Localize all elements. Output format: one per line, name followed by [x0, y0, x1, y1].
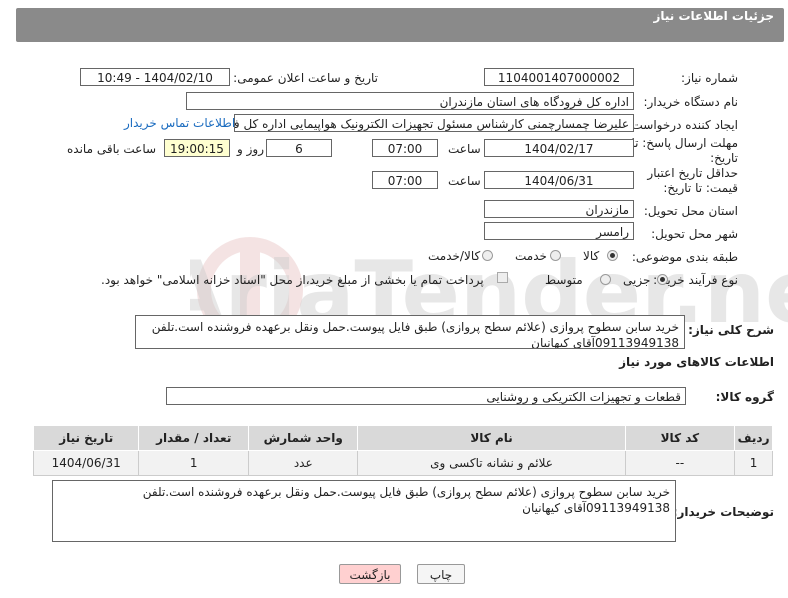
city-label: شهر محل تحویل: [651, 227, 738, 241]
col-name: نام کالا [357, 425, 626, 451]
process-radio-minor[interactable] [657, 274, 668, 285]
reply-deadline-label: مهلت ارسال پاسخ: تا تاریخ: [631, 136, 738, 165]
process-option-medium: متوسط [545, 273, 583, 287]
cell-unit: عدد [247, 450, 359, 476]
treasury-payment-checkbox[interactable] [497, 272, 508, 283]
panel-title: جزئیات اطلاعات نیاز [653, 9, 774, 23]
reply-date-field[interactable]: 1404/02/17 [484, 139, 634, 157]
cell-code: -- [624, 450, 736, 476]
buyer-org-field[interactable]: اداره کل فرودگاه های استان مازندران [186, 92, 634, 110]
category-option-goods: کالا [583, 249, 600, 263]
goods-group-label: گروه کالا: [715, 390, 774, 404]
category-option-both: کالا/خدمت [428, 249, 481, 263]
col-need-date: تاریخ نیاز [32, 425, 140, 451]
payment-note: پرداخت تمام یا بخشی از مبلغ خرید،از محل … [101, 273, 484, 287]
goods-group-field[interactable]: قطعات و تجهیزات الکتریکی و روشنایی [166, 387, 686, 405]
goods-section-title: اطلاعات کالاهای مورد نیاز [619, 355, 774, 369]
buyer-notes-label: توضیحات خریدار: [672, 505, 774, 519]
table-row[interactable]: 1 -- علائم و نشانه تاکسی وی عدد 1 1404/0… [32, 450, 773, 476]
price-time-label: ساعت [448, 174, 481, 188]
buyer-notes-textarea[interactable]: خرید سابن سطوح پروازی (علائم سطح پروازی)… [52, 480, 676, 542]
category-label: طبقه بندی موضوعی: [631, 250, 738, 264]
announce-field[interactable]: 1404/02/10 - 10:49 [80, 68, 230, 86]
reply-time-field[interactable]: 07:00 [372, 139, 438, 157]
category-option-service: خدمت [515, 249, 547, 263]
col-unit: واحد شمارش [247, 425, 359, 451]
description-label: شرح کلی نیاز: [688, 323, 774, 337]
days-label: روز و [237, 142, 264, 156]
cell-need-date: 1404/06/31 [32, 450, 140, 476]
cell-row: 1 [734, 450, 773, 476]
col-code: کد کالا [624, 425, 736, 451]
province-label: استان محل تحویل: [643, 204, 738, 218]
category-radio-goods[interactable] [607, 250, 618, 261]
reply-time-label: ساعت [448, 142, 481, 156]
need-number-field[interactable]: 1104001407000002 [484, 68, 634, 86]
col-quantity: تعداد / مقدار [138, 425, 249, 451]
buyer-org-label: نام دستگاه خریدار: [643, 95, 739, 109]
contact-info-link[interactable]: اطلاعات تماس خریدار [124, 116, 235, 130]
goods-table: ردیف کد کالا نام کالا واحد شمارش تعداد /… [32, 425, 773, 476]
cell-name: علائم و نشانه تاکسی وی [357, 450, 626, 476]
announce-label: تاریخ و ساعت اعلان عمومی: [233, 71, 378, 85]
creator-field[interactable]: علیرضا چمسارچمنی کارشناس مسئول تجهیزات ا… [234, 114, 634, 132]
process-radio-medium[interactable] [600, 274, 611, 285]
remaining-label: ساعت باقی مانده [67, 142, 157, 156]
province-field[interactable]: مازندران [484, 200, 634, 218]
creator-label: ایجاد کننده درخواست: [627, 118, 738, 132]
category-radio-service[interactable] [550, 250, 561, 261]
category-radio-both[interactable] [482, 250, 493, 261]
need-number-label: شماره نیاز: [681, 71, 738, 85]
print-button[interactable]: چاپ [417, 564, 465, 584]
price-deadline-label: حداقل تاریخ اعتبار قیمت: تا تاریخ: [647, 166, 738, 195]
process-option-minor: جزیی [623, 273, 651, 287]
back-button[interactable]: بازگشت [339, 564, 401, 584]
col-row: ردیف [734, 425, 773, 451]
cell-quantity: 1 [138, 450, 249, 476]
description-textarea[interactable]: خرید سابن سطوح پروازی (علائم سطح پروازی)… [135, 315, 685, 349]
city-field[interactable]: رامسر [484, 222, 634, 240]
goods-table-header: ردیف کد کالا نام کالا واحد شمارش تعداد /… [32, 425, 773, 451]
days-field[interactable]: 6 [266, 139, 332, 157]
remaining-time-field: 19:00:15 [164, 139, 230, 157]
price-time-field[interactable]: 07:00 [372, 171, 438, 189]
price-date-field[interactable]: 1404/06/31 [484, 171, 634, 189]
